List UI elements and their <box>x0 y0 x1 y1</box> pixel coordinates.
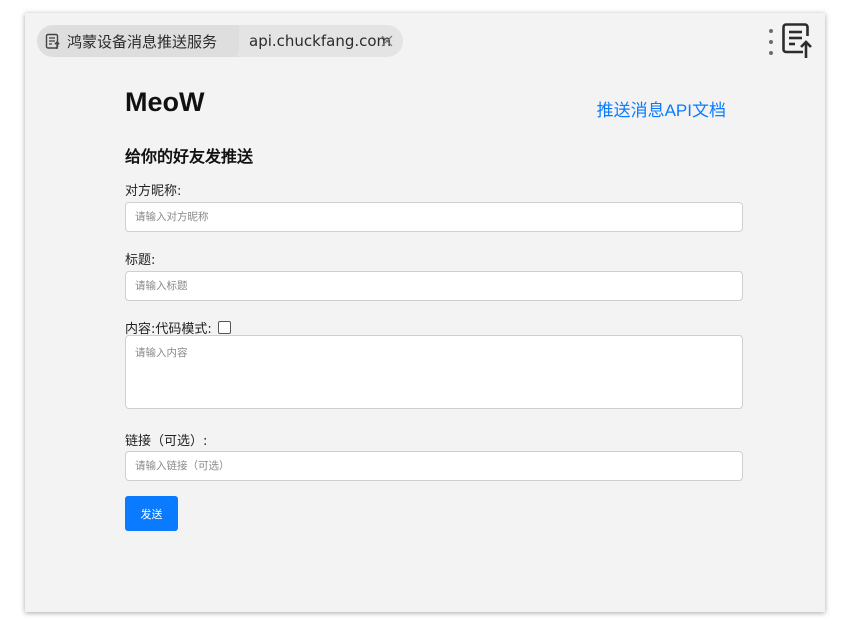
content-textarea[interactable] <box>125 335 743 409</box>
code-mode-checkbox[interactable] <box>217 321 231 334</box>
site-title: MeoW <box>125 87 205 117</box>
tab-page-title[interactable]: 鸿蒙设备消息推送服务 <box>37 25 253 57</box>
send-button[interactable]: 发送 <box>125 496 178 531</box>
page-subtitle: 给你的好友发推送 <box>125 147 254 166</box>
api-doc-link[interactable]: 推送消息API文档 <box>597 96 726 121</box>
tab-url-text: api.chuckfang.com <box>249 32 392 50</box>
tab-url[interactable]: api.chuckfang.com <box>239 25 403 57</box>
page-document-icon <box>45 33 61 50</box>
share-document-icon[interactable] <box>781 22 813 60</box>
title-label: 标题: <box>125 253 156 268</box>
more-menu-icon[interactable] <box>765 29 777 55</box>
nickname-label: 对方昵称: <box>125 184 182 199</box>
link-input[interactable] <box>125 451 743 481</box>
link-label: 链接（可选）: <box>125 434 208 449</box>
title-input[interactable] <box>125 271 743 301</box>
close-icon[interactable] <box>379 33 395 49</box>
nickname-input[interactable] <box>125 202 743 232</box>
tab-title-text: 鸿蒙设备消息推送服务 <box>67 32 218 51</box>
browser-window: 鸿蒙设备消息推送服务 api.chuckfang.com MeoW 推送消息AP… <box>25 13 825 612</box>
